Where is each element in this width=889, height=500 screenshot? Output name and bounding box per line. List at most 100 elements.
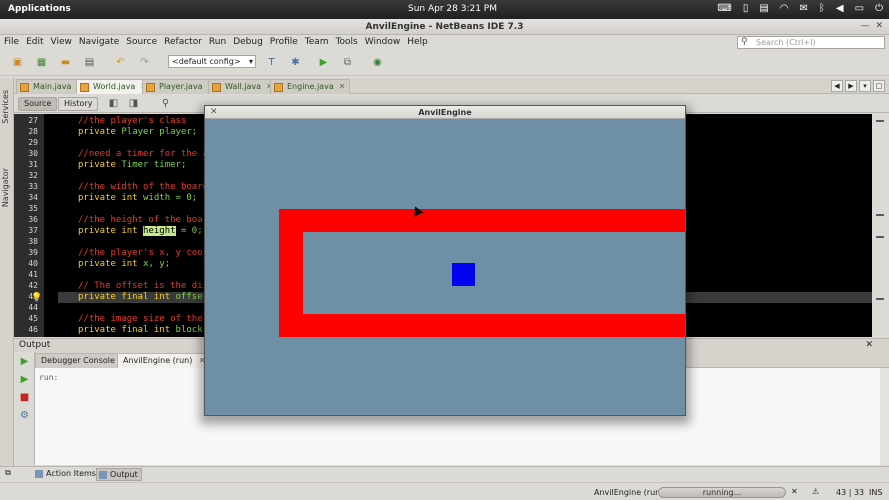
volume-icon[interactable]: ◀ [836, 3, 844, 14]
java-file-icon [212, 83, 221, 92]
rerun-icon[interactable]: ▶ [19, 356, 30, 367]
clean-build-icon[interactable]: ✱ [288, 55, 303, 70]
power-icon[interactable]: ⏻ [875, 3, 883, 14]
menu-navigate[interactable]: Navigate [79, 37, 119, 47]
search-input[interactable]: ⚲ Search (Ctrl+I) [737, 36, 885, 49]
code-keyword: private int [78, 193, 144, 203]
bluetooth-icon[interactable]: ᛒ [819, 3, 825, 14]
menu-help[interactable]: Help [407, 37, 428, 47]
close-icon[interactable]: ✕ [865, 339, 873, 352]
notifications-icon[interactable]: ⚠ [812, 487, 819, 496]
menu-tools[interactable]: Tools [336, 37, 358, 47]
mail-icon[interactable]: ✉ [800, 3, 808, 14]
history-tab[interactable]: History [58, 97, 99, 111]
line-number: 31 [28, 160, 38, 169]
code-text: Player player; [121, 127, 198, 137]
line-number: 35 [28, 204, 38, 213]
code-keyword: private int [78, 259, 144, 269]
output-scrollbar[interactable] [880, 368, 889, 465]
close-icon[interactable]: ✕ [875, 21, 883, 31]
code-line: //need a timer for the a [78, 149, 208, 159]
applications-menu[interactable]: Applications [8, 4, 71, 14]
line-number: 34 [28, 193, 38, 202]
menu-run[interactable]: Run [209, 37, 226, 47]
menu-edit[interactable]: Edit [26, 37, 43, 47]
last-edit-icon[interactable]: ◧ [106, 96, 121, 111]
code-line: //the image size of the [78, 314, 203, 324]
find-icon[interactable]: ⚲ [158, 96, 173, 111]
close-icon[interactable]: ✕ [339, 82, 346, 91]
new-project-icon[interactable]: ▦ [34, 55, 49, 70]
java-file-icon [146, 83, 155, 92]
output-tab[interactable]: Output [96, 468, 142, 481]
menu-debug[interactable]: Debug [233, 37, 263, 47]
menu-profile[interactable]: Profile [270, 37, 298, 47]
settings-icon[interactable]: ⚙ [19, 410, 30, 421]
window-titlebar: AnvilEngine - NetBeans IDE 7.3 — ✕ [0, 19, 889, 35]
running-task-label[interactable]: AnvilEngine (run) [594, 488, 663, 497]
profile-icon[interactable]: ◉ [370, 55, 385, 70]
editor-scrollbar[interactable] [872, 114, 889, 337]
run-icon[interactable]: ▶ [316, 55, 331, 70]
minimize-icon[interactable]: — [860, 21, 869, 31]
undo-icon[interactable]: ↶ [113, 55, 128, 70]
progress-bar[interactable]: running... [658, 487, 786, 498]
clock[interactable]: Sun Apr 28 3:21 PM [408, 4, 497, 14]
stop-icon[interactable]: ■ [19, 392, 30, 403]
wifi-icon[interactable]: ◠ [780, 3, 789, 14]
menu-file[interactable]: File [4, 37, 19, 47]
action-items-tab[interactable]: Action Items [33, 468, 99, 481]
open-project-icon[interactable]: ▬ [58, 55, 73, 70]
minimized-windows-icon[interactable]: ⧉ [3, 467, 13, 479]
code-text: x, y; [143, 259, 171, 269]
menu-view[interactable]: View [51, 37, 72, 47]
tab-anvilengine-run[interactable]: AnvilEngine (run) ✕ [117, 353, 212, 368]
phone-icon[interactable]: ▯ [743, 3, 749, 14]
save-all-icon[interactable]: ▤ [82, 55, 97, 70]
tab-navigation: ◀ ▶ ▾ □ [831, 80, 885, 92]
output-icon [99, 471, 107, 479]
code-text: offse [175, 292, 203, 302]
code-comment: //the player's class [78, 116, 187, 126]
code-line: // The offset is the dis [78, 281, 208, 291]
cancel-task-icon[interactable]: ✕ [791, 487, 798, 496]
rerun-with-params-icon[interactable]: ▶ [19, 374, 30, 385]
code-line: private int x, y; [78, 259, 170, 269]
error-stripe-mark [876, 214, 884, 216]
services-tab[interactable]: Services [1, 90, 10, 124]
battery-icon[interactable]: ▭ [855, 3, 864, 14]
error-stripe-mark [876, 236, 884, 238]
scroll-right-icon[interactable]: ▶ [845, 80, 857, 92]
line-number: 32 [28, 171, 38, 180]
menu-refactor[interactable]: Refactor [164, 37, 202, 47]
line-number: 36 [28, 215, 38, 224]
menu-source[interactable]: Source [126, 37, 157, 47]
back-icon[interactable]: ◨ [126, 96, 141, 111]
navigator-tab[interactable]: Navigator [1, 168, 10, 207]
tab-label: Player.java [159, 82, 203, 91]
lightbulb-icon[interactable]: 💡 [31, 293, 42, 303]
game-canvas[interactable] [205, 119, 685, 415]
clipboard-icon[interactable]: ▤ [759, 3, 768, 14]
code-line: //the width of the board [78, 182, 208, 192]
config-select[interactable]: <default config> ▾ [168, 55, 256, 68]
code-text: width = 0; [143, 193, 198, 203]
tab-world-java[interactable]: World.java✕ [76, 79, 152, 94]
scroll-left-icon[interactable]: ◀ [831, 80, 843, 92]
menu-team[interactable]: Team [305, 37, 329, 47]
debug-icon[interactable]: ⧉ [340, 55, 355, 70]
code-line: private int width = 0; [78, 193, 197, 203]
show-opened-documents-icon[interactable]: ▾ [859, 80, 871, 92]
maximize-icon[interactable]: □ [873, 80, 885, 92]
source-tab[interactable]: Source [18, 97, 58, 111]
code-line: //the player's class [78, 116, 186, 126]
menu-window[interactable]: Window [365, 37, 401, 47]
keyboard-icon[interactable]: ⌨ [717, 3, 731, 14]
tab-wall-java[interactable]: Wall.java✕ [208, 79, 278, 94]
new-file-icon[interactable]: ▣ [10, 55, 25, 70]
build-icon[interactable]: T [264, 55, 279, 70]
tab-engine-java[interactable]: Engine.java ✕ [270, 79, 351, 94]
redo-icon[interactable]: ↷ [137, 55, 152, 70]
code-comment: //the image size of the [78, 314, 203, 324]
wall-top [279, 209, 685, 232]
